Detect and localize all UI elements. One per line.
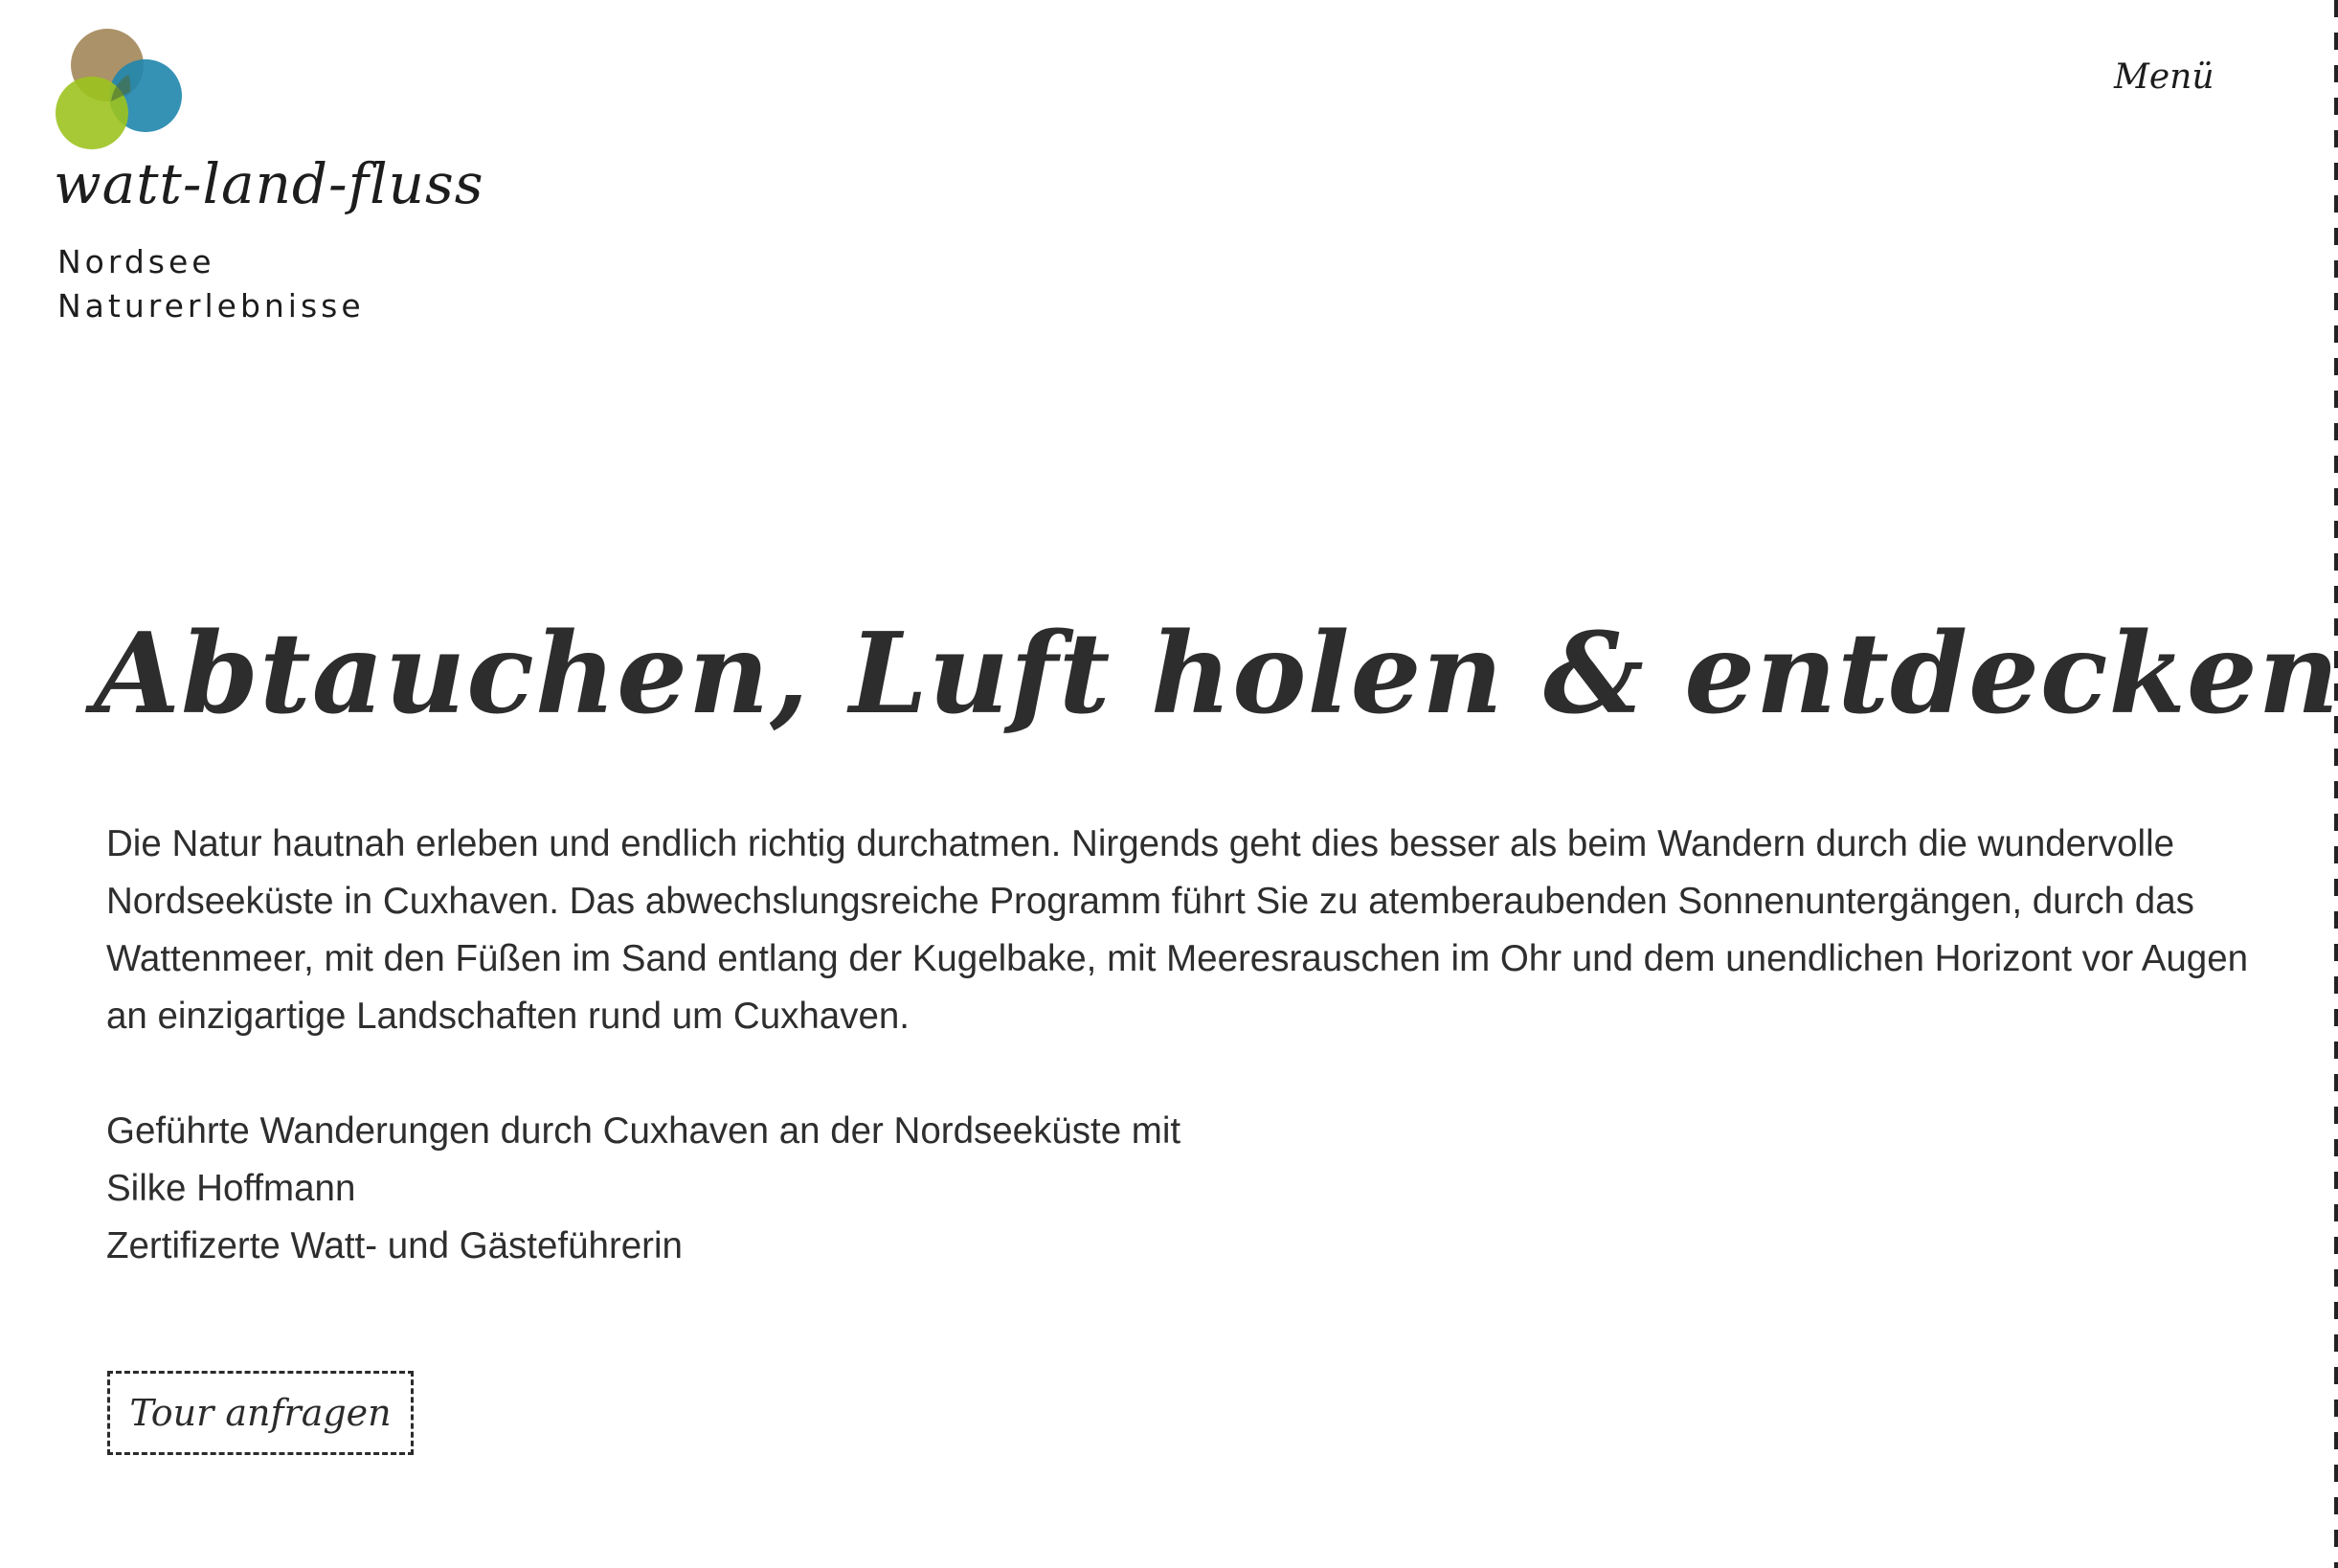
menu-button[interactable]: Menü [2114,57,2214,97]
page-dashed-border [2332,0,2338,1568]
guide-name: Silke Hoffmann [106,1168,356,1209]
brand-name: watt-land-fluss [54,151,484,216]
brand-subtitle-line-2: Naturerlebnisse [57,287,365,325]
request-tour-button[interactable]: Tour anfragen [107,1371,414,1455]
hero-title: Abtauchen, Luft holen & entdecken. [94,609,2338,739]
intro-paragraph: Die Natur hautnah erleben und endlich ri… [106,823,2249,1037]
guide-line-1: Geführte Wanderungen durch Cuxhaven an d… [106,1110,1181,1152]
guide-info: Geführte Wanderungen durch Cuxhaven an d… [106,1103,1180,1275]
guide-certification: Zertifizerte Watt- und Gästeführerin [106,1225,683,1266]
brand-subtitle-line-1: Nordsee [57,243,215,280]
site-logo[interactable]: watt-land-fluss Nordsee Naturerlebnisse [54,25,551,325]
logo-circles-icon [54,25,188,149]
